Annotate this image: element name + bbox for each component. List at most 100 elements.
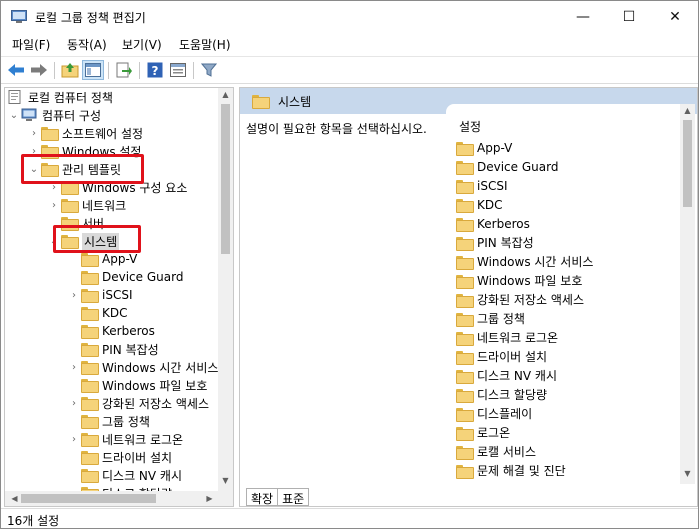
- tree-item[interactable]: 디스크 NV 캐시: [67, 466, 182, 484]
- list-item-label: iSCSI: [477, 178, 508, 193]
- scroll-right-arrow-icon[interactable]: ▶: [202, 494, 217, 503]
- tree-network[interactable]: › 네트워크: [47, 196, 126, 214]
- list-item[interactable]: 디스크 할당량: [456, 385, 547, 404]
- scroll-corner: [218, 491, 233, 506]
- scroll-down-arrow-icon[interactable]: ▼: [218, 476, 233, 485]
- tree-vertical-scrollbar[interactable]: ▲ ▼: [218, 88, 233, 491]
- highlight-box-admin-templates: [21, 154, 144, 184]
- menu-help[interactable]: 도움말(H): [179, 36, 231, 53]
- tree-label: 네트워크: [82, 198, 127, 213]
- menu-action[interactable]: 동작(A): [67, 36, 107, 53]
- tree-item[interactable]: › Windows 시간 서비스: [67, 358, 218, 376]
- tree-item[interactable]: › 네트워크 로그온: [67, 430, 183, 448]
- chevron-right-icon[interactable]: ›: [67, 362, 81, 373]
- details-vertical-scrollbar[interactable]: ▲ ▼: [680, 104, 695, 484]
- list-item[interactable]: App-V: [456, 138, 512, 157]
- close-button[interactable]: ✕: [652, 1, 698, 33]
- scroll-left-arrow-icon[interactable]: ◀: [7, 494, 22, 503]
- tree-computer-config[interactable]: ⌄ 컴퓨터 구성: [7, 106, 101, 124]
- tree-item[interactable]: › 강화된 저장소 액세스: [67, 394, 209, 412]
- tree-label: 로컬 컴퓨터 정책: [28, 90, 113, 105]
- list-item[interactable]: 강화된 저장소 액세스: [456, 290, 584, 309]
- list-item-label: 디스크 NV 캐시: [477, 369, 558, 383]
- scroll-thumb[interactable]: [221, 104, 230, 254]
- tree-item[interactable]: PIN 복잡성: [67, 340, 159, 358]
- list-item[interactable]: KDC: [456, 195, 503, 214]
- tab-standard[interactable]: 표준: [277, 488, 310, 506]
- scroll-up-arrow-icon[interactable]: ▲: [680, 106, 695, 115]
- list-item-label: Device Guard: [477, 159, 559, 174]
- minimize-button[interactable]: —: [560, 1, 606, 33]
- column-header-setting[interactable]: 설정: [459, 118, 481, 135]
- help-icon[interactable]: ?: [144, 60, 166, 80]
- up-folder-icon[interactable]: [59, 60, 81, 80]
- list-item-label: 로그온: [477, 426, 511, 440]
- list-item[interactable]: 문제 해결 및 진단: [456, 461, 566, 480]
- details-header-title: 시스템: [278, 95, 312, 109]
- folder-icon: [81, 307, 99, 321]
- maximize-button[interactable]: ☐: [606, 1, 652, 33]
- scroll-up-arrow-icon[interactable]: ▲: [218, 90, 233, 99]
- list-item[interactable]: 로그온: [456, 423, 510, 442]
- properties-icon[interactable]: [167, 60, 189, 80]
- folder-icon: [456, 407, 474, 422]
- tree-label: 네트워크 로그온: [102, 432, 184, 447]
- chevron-right-icon[interactable]: ›: [27, 128, 41, 139]
- tree-item[interactable]: 그룹 정책: [67, 412, 150, 430]
- folder-icon: [81, 433, 99, 447]
- view-tabs: 확장 표준: [246, 488, 310, 506]
- chevron-right-icon[interactable]: ›: [47, 200, 61, 211]
- folder-icon: [81, 451, 99, 465]
- list-item[interactable]: Kerberos: [456, 214, 530, 233]
- tree-item[interactable]: Device Guard: [67, 268, 183, 286]
- list-item[interactable]: 디스플레이: [456, 404, 532, 423]
- window-title: 로컬 그룹 정책 편집기: [35, 11, 146, 25]
- export-list-icon[interactable]: [113, 60, 135, 80]
- list-item[interactable]: Device Guard: [456, 157, 558, 176]
- folder-icon: [456, 350, 474, 365]
- tree-item[interactable]: 드라이버 설치: [67, 448, 172, 466]
- folder-icon: [81, 271, 99, 285]
- folder-icon: [252, 95, 270, 109]
- folder-icon: [81, 343, 99, 357]
- tree-horizontal-scrollbar[interactable]: ◀ ▶: [5, 491, 218, 506]
- filter-icon[interactable]: [198, 60, 220, 80]
- tree-label: 그룹 정책: [102, 414, 150, 429]
- list-item[interactable]: PIN 복잡성: [456, 233, 534, 252]
- list-item-label: 네트워크 로그온: [477, 331, 559, 345]
- chevron-right-icon[interactable]: ›: [67, 398, 81, 409]
- menu-view[interactable]: 보기(V): [122, 36, 162, 53]
- scroll-down-arrow-icon[interactable]: ▼: [680, 469, 695, 478]
- folder-icon: [81, 289, 99, 303]
- chevron-down-icon[interactable]: ⌄: [7, 110, 21, 121]
- tree-item[interactable]: KDC: [67, 304, 128, 322]
- list-item[interactable]: 로캘 서비스: [456, 442, 536, 461]
- scroll-thumb[interactable]: [21, 494, 156, 503]
- list-item[interactable]: 디스크 NV 캐시: [456, 366, 557, 385]
- tree-item[interactable]: Kerberos: [67, 322, 155, 340]
- list-item[interactable]: iSCSI: [456, 176, 508, 195]
- tree-label: PIN 복잡성: [102, 342, 159, 357]
- tree-software-settings[interactable]: › 소프트웨어 설정: [27, 124, 143, 142]
- scroll-thumb[interactable]: [683, 120, 692, 207]
- list-item[interactable]: 그룹 정책: [456, 309, 525, 328]
- list-item-label: 디스플레이: [477, 407, 533, 421]
- tab-extended[interactable]: 확장: [246, 488, 279, 506]
- forward-arrow-icon[interactable]: [28, 60, 50, 80]
- folder-icon: [81, 415, 99, 429]
- tree-item[interactable]: Windows 파일 보호: [67, 376, 207, 394]
- chevron-right-icon[interactable]: ›: [67, 290, 81, 301]
- list-item[interactable]: 드라이버 설치: [456, 347, 547, 366]
- list-item[interactable]: Windows 파일 보호: [456, 271, 582, 290]
- folder-icon: [456, 369, 474, 384]
- list-item-label: App-V: [477, 140, 513, 155]
- menu-file[interactable]: 파일(F): [12, 36, 50, 53]
- chevron-right-icon[interactable]: ›: [67, 434, 81, 445]
- tree-item[interactable]: › iSCSI: [67, 286, 133, 304]
- list-item[interactable]: Windows 시간 서비스: [456, 252, 593, 271]
- show-hide-tree-icon[interactable]: [82, 60, 104, 80]
- toolbar-separator: [54, 62, 55, 79]
- list-item[interactable]: 네트워크 로그온: [456, 328, 558, 347]
- back-arrow-icon[interactable]: [5, 60, 27, 80]
- tree-root[interactable]: 로컬 컴퓨터 정책: [7, 88, 113, 106]
